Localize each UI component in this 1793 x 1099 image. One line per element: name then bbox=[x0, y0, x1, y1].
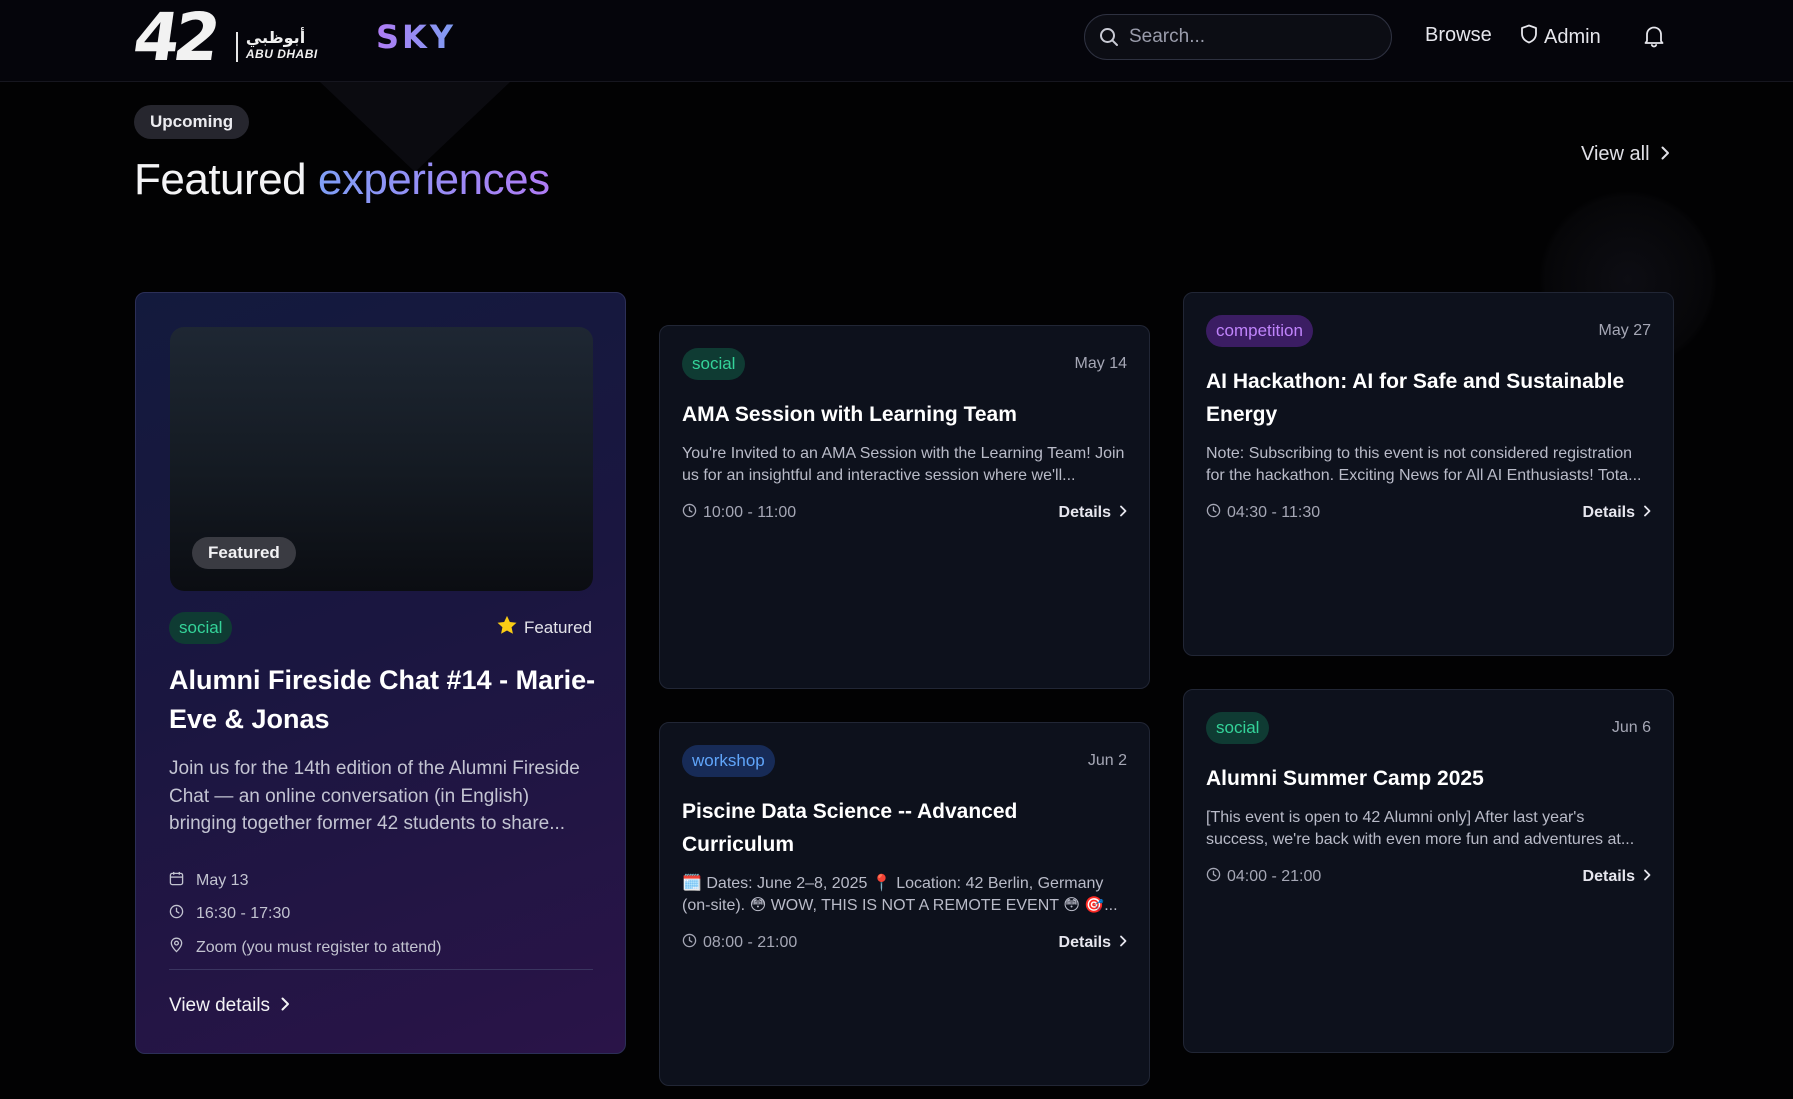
details-button[interactable]: Details bbox=[1583, 504, 1651, 522]
chevron-right-icon bbox=[280, 995, 290, 1017]
featured-event-card[interactable]: Featured social Featured Alumni Fireside… bbox=[135, 292, 626, 1054]
logo-divider bbox=[235, 32, 238, 62]
category-tag: workshop bbox=[682, 745, 775, 777]
event-description: [This event is open to 42 Alumni only] A… bbox=[1206, 809, 1635, 848]
logo-english: ABU DHABI bbox=[245, 47, 318, 61]
event-description: You're Invited to an AMA Session with th… bbox=[682, 445, 1125, 484]
brand-name[interactable]: SKY bbox=[376, 18, 456, 56]
heading-plain: Featured bbox=[134, 155, 307, 204]
calendar-icon bbox=[169, 871, 184, 891]
details-label: Details bbox=[1058, 934, 1111, 951]
chevron-right-icon bbox=[1119, 504, 1127, 522]
event-card[interactable]: social May 14 AMA Session with Learning … bbox=[659, 325, 1150, 689]
logo-arabic: أبوظبي bbox=[245, 28, 306, 47]
view-details-label: View details bbox=[169, 995, 271, 1016]
chevron-right-icon bbox=[1119, 934, 1127, 952]
view-all-label: View all bbox=[1581, 143, 1650, 165]
clock-icon bbox=[682, 503, 697, 523]
featured-label: Featured bbox=[523, 618, 592, 637]
view-details-button[interactable]: View details bbox=[169, 995, 290, 1017]
event-card-footer: 08:00 - 21:00 Details bbox=[682, 933, 1127, 953]
event-card-header: workshop Jun 2 bbox=[682, 745, 1127, 777]
event-description: Note: Subscribing to this event is not c… bbox=[1206, 445, 1642, 484]
event-description: 🗓️ Dates: June 2–8, 2025 📍 Location: 42 … bbox=[682, 875, 1118, 914]
featured-indicator: Featured bbox=[496, 615, 592, 641]
event-time: 04:00 - 21:00 bbox=[1227, 868, 1322, 885]
event-time-row: 04:00 - 21:00 bbox=[1206, 867, 1321, 887]
nav-admin-link[interactable]: Admin bbox=[1520, 24, 1601, 50]
top-bar: 42 أبوظبي ABU DHABI SKY Browse Admin bbox=[0, 0, 1793, 82]
section-heading: Featured experiences bbox=[134, 155, 550, 205]
event-card-footer: 04:00 - 21:00 Details bbox=[1206, 867, 1651, 887]
category-tag: social bbox=[682, 348, 746, 380]
event-card[interactable]: workshop Jun 2 Piscine Data Science -- A… bbox=[659, 722, 1150, 1086]
nav-admin-label: Admin bbox=[1544, 25, 1601, 48]
event-card-header: social Jun 6 bbox=[1206, 712, 1651, 744]
search-box[interactable] bbox=[1084, 14, 1392, 60]
event-title[interactable]: Alumni Summer Camp 2025 bbox=[1206, 762, 1651, 795]
search-icon bbox=[1099, 27, 1119, 47]
event-date: Jun 6 bbox=[1611, 719, 1651, 736]
details-button[interactable]: Details bbox=[1583, 868, 1651, 886]
details-label: Details bbox=[1582, 868, 1635, 885]
event-time-row: 08:00 - 21:00 bbox=[682, 933, 797, 953]
event-date: May 27 bbox=[1598, 322, 1651, 339]
search-input[interactable] bbox=[1129, 26, 1369, 48]
event-date-row: May 13 bbox=[169, 871, 248, 891]
event-location: Zoom (you must register to attend) bbox=[196, 938, 442, 956]
details-label: Details bbox=[1058, 504, 1111, 521]
chevron-right-icon bbox=[1660, 143, 1670, 166]
bell-icon bbox=[1643, 26, 1665, 52]
event-time: 08:00 - 21:00 bbox=[703, 934, 798, 951]
clock-icon bbox=[169, 904, 184, 924]
category-tag: social bbox=[169, 612, 233, 644]
event-title[interactable]: AI Hackathon: AI for Safe and Sustainabl… bbox=[1206, 365, 1651, 431]
event-time-row: 16:30 - 17:30 bbox=[169, 904, 290, 924]
heading-accent: experiences bbox=[317, 155, 550, 204]
category-tag: social bbox=[1206, 712, 1270, 744]
details-label: Details bbox=[1582, 504, 1635, 521]
event-date: Jun 2 bbox=[1087, 752, 1127, 769]
logo-mark: 42 bbox=[128, 0, 220, 76]
chevron-right-icon bbox=[1643, 868, 1651, 886]
details-button[interactable]: Details bbox=[1059, 504, 1127, 522]
view-all-link[interactable]: View all bbox=[1581, 143, 1670, 166]
event-card[interactable]: competition May 27 AI Hackathon: AI for … bbox=[1183, 292, 1674, 656]
card-divider bbox=[169, 969, 593, 970]
event-date: May 14 bbox=[1074, 355, 1127, 372]
event-card-footer: 10:00 - 11:00 Details bbox=[682, 503, 1127, 523]
event-time-row: 04:30 - 11:30 bbox=[1206, 503, 1320, 523]
event-card-header: social May 14 bbox=[682, 348, 1127, 380]
location-pin-icon bbox=[169, 937, 184, 958]
event-location-row: Zoom (you must register to attend) bbox=[169, 937, 441, 958]
chevron-right-icon bbox=[1643, 504, 1651, 522]
notifications-button[interactable] bbox=[1643, 24, 1665, 53]
event-card-footer: 04:30 - 11:30 Details bbox=[1206, 503, 1651, 523]
clock-icon bbox=[682, 933, 697, 953]
event-time: 10:00 - 11:00 bbox=[703, 504, 797, 521]
event-time: 16:30 - 17:30 bbox=[196, 905, 291, 922]
event-image: Featured bbox=[170, 327, 593, 591]
event-description: Join us for the 14th edition of the Alum… bbox=[169, 758, 580, 834]
event-title[interactable]: Piscine Data Science -- Advanced Curricu… bbox=[682, 795, 1127, 861]
event-time-row: 10:00 - 11:00 bbox=[682, 503, 796, 523]
featured-image-badge: Featured bbox=[192, 537, 296, 569]
star-icon bbox=[496, 615, 518, 641]
event-card-header: competition May 27 bbox=[1206, 315, 1651, 347]
shield-icon bbox=[1520, 24, 1538, 50]
details-button[interactable]: Details bbox=[1059, 934, 1127, 952]
clock-icon bbox=[1206, 503, 1221, 523]
logo-42-abu-dhabi[interactable]: 42 أبوظبي ABU DHABI bbox=[129, 0, 318, 76]
logo-text: أبوظبي ABU DHABI bbox=[245, 28, 318, 62]
category-tag: competition bbox=[1206, 315, 1313, 347]
clock-icon bbox=[1206, 867, 1221, 887]
event-time: 04:30 - 11:30 bbox=[1227, 504, 1321, 521]
nav-browse-link[interactable]: Browse bbox=[1425, 24, 1492, 47]
event-card[interactable]: social Jun 6 Alumni Summer Camp 2025 [Th… bbox=[1183, 689, 1674, 1053]
upcoming-badge: Upcoming bbox=[134, 105, 250, 139]
event-title[interactable]: Alumni Fireside Chat #14 - Marie-Eve & J… bbox=[169, 661, 599, 739]
event-title[interactable]: AMA Session with Learning Team bbox=[682, 398, 1127, 431]
event-date: May 13 bbox=[196, 872, 249, 889]
